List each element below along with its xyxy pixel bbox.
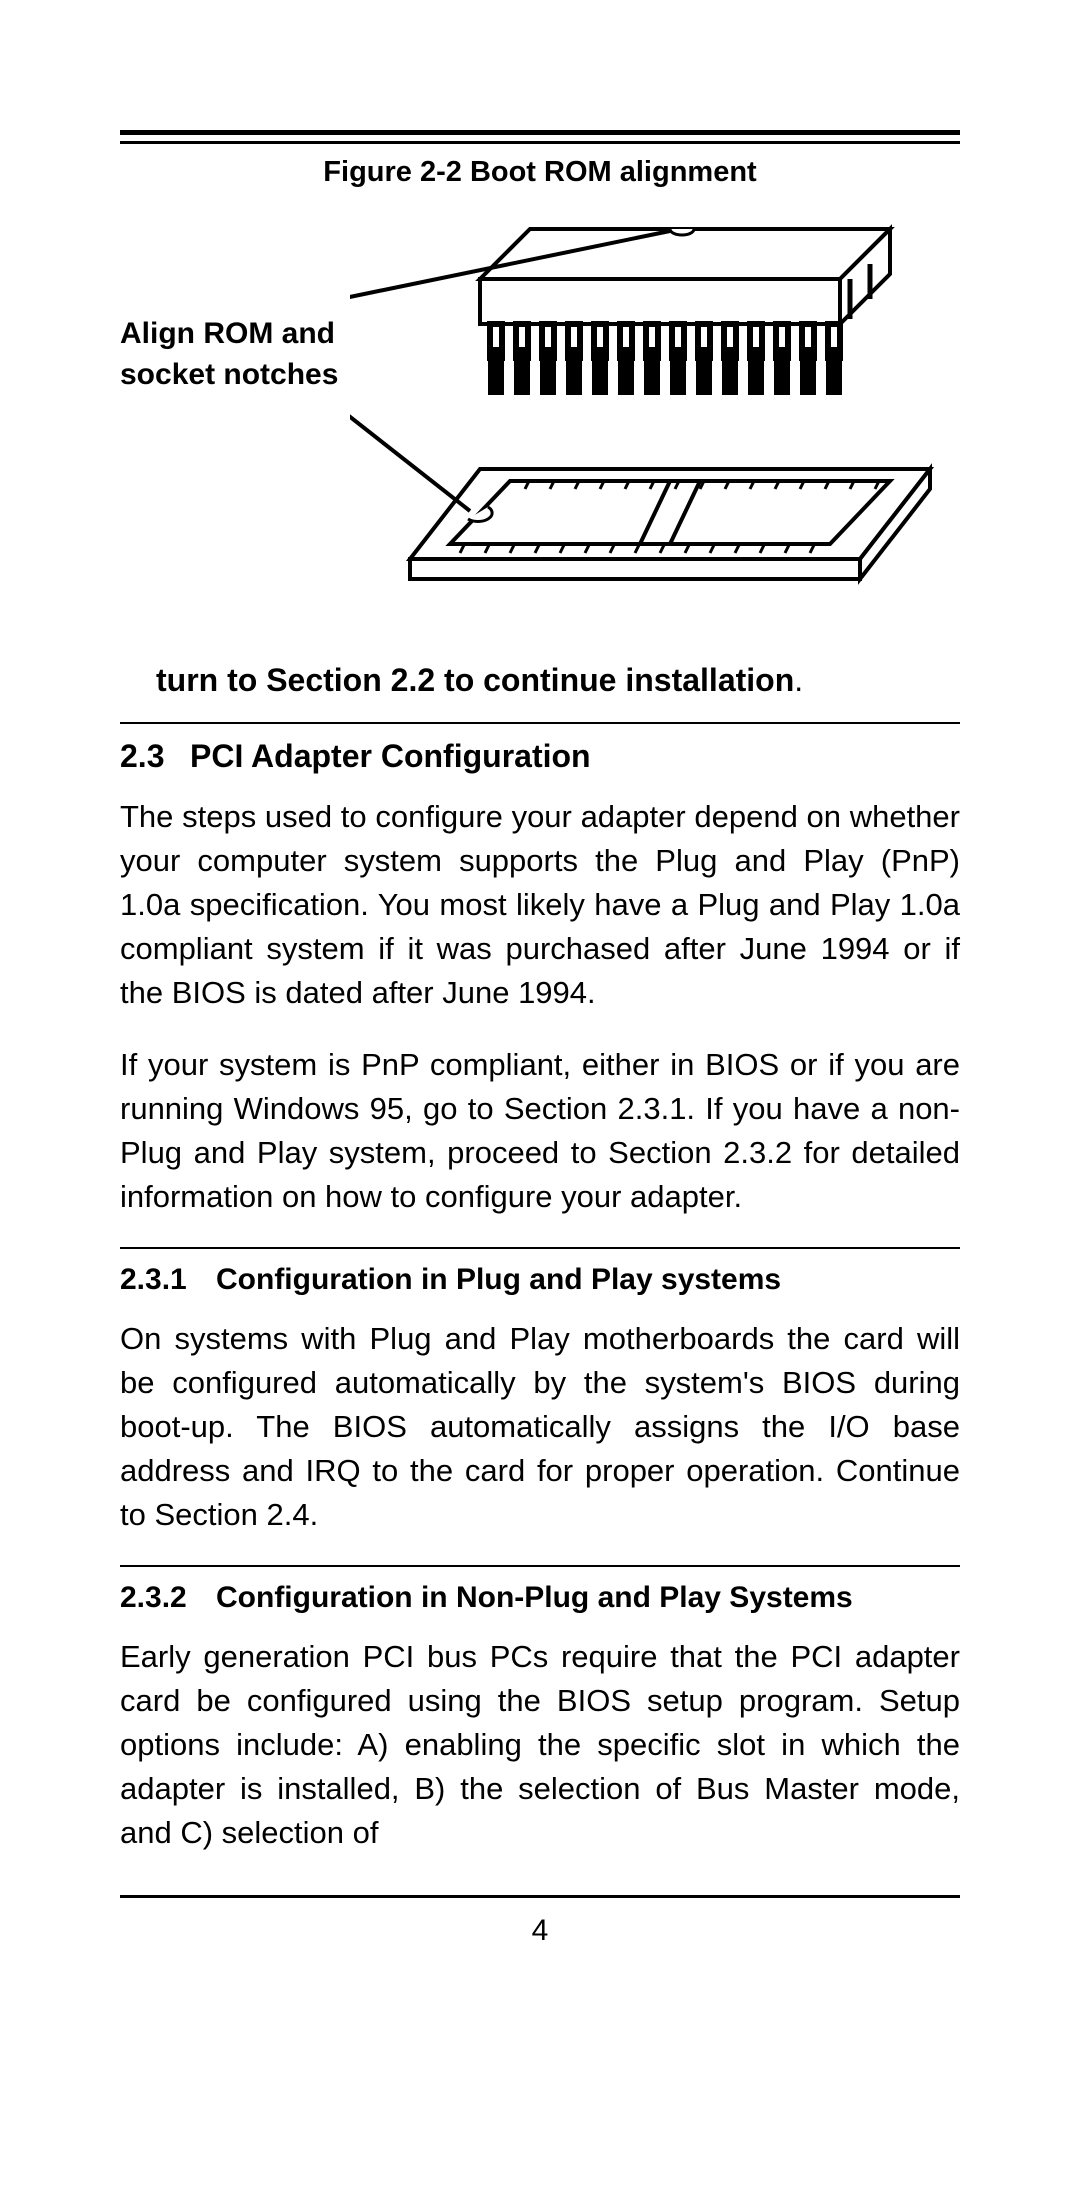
instruction-text: turn to Section 2.2 to continue installa…: [156, 659, 960, 702]
section-heading-2-3: 2.3 PCI Adapter Configuration: [120, 738, 960, 775]
body-paragraph: The steps used to configure your adapter…: [120, 795, 960, 1015]
section-rule: [120, 1247, 960, 1249]
header-rule-thick: [120, 130, 960, 135]
page-number: 4: [120, 1914, 960, 1948]
figure-caption: Figure 2-2 Boot ROM alignment: [120, 156, 960, 189]
subsection-title: Configuration in Non-Plug and Play Syste…: [216, 1581, 960, 1615]
header-rule-thin: [120, 141, 960, 144]
subsection-heading-2-3-1: 2.3.1 Configuration in Plug and Play sys…: [120, 1263, 960, 1297]
subsection-heading-2-3-2: 2.3.2 Configuration in Non-Plug and Play…: [120, 1581, 960, 1615]
figure-diagram: [350, 219, 960, 599]
subsection-number: 2.3.2: [120, 1581, 216, 1615]
instruction-period: .: [794, 662, 803, 698]
subsection-title: Configuration in Plug and Play systems: [216, 1263, 960, 1297]
body-paragraph: If your system is PnP compliant, either …: [120, 1043, 960, 1219]
figure-area: Align ROM and socket notches: [120, 219, 960, 599]
subsection-number: 2.3.1: [120, 1263, 216, 1297]
footer-rule: [120, 1895, 960, 1898]
section-rule: [120, 1565, 960, 1567]
body-paragraph: Early generation PCI bus PCs require tha…: [120, 1635, 960, 1855]
body-paragraph: On systems with Plug and Play motherboar…: [120, 1317, 960, 1537]
document-page: Figure 2-2 Boot ROM alignment Align ROM …: [0, 0, 1080, 2199]
figure-annotation: Align ROM and socket notches: [120, 219, 350, 395]
section-rule: [120, 722, 960, 724]
section-number: 2.3: [120, 738, 190, 775]
instruction-bold: turn to Section 2.2 to continue installa…: [156, 662, 794, 698]
section-title: PCI Adapter Configuration: [190, 738, 591, 775]
